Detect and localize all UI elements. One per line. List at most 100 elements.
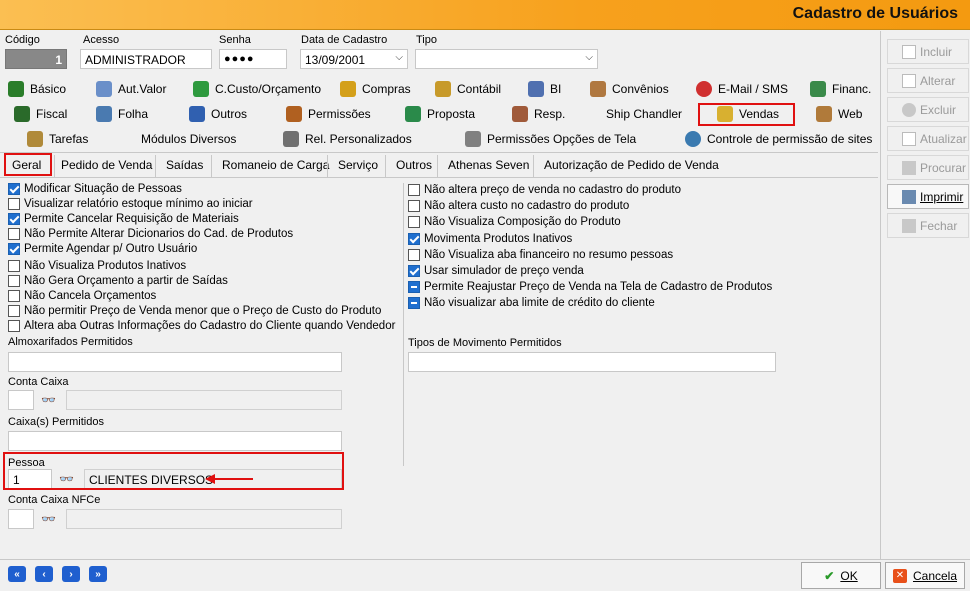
subtab-romaneio[interactable]: Romaneio de Carga (222, 158, 329, 178)
tab-financ[interactable]: Financ. (810, 78, 871, 100)
alterar-button[interactable]: Alterar (887, 68, 969, 93)
check-agendar-outro-usuario[interactable]: Permite Agendar p/ Outro Usuário (8, 243, 197, 255)
tab-ship-chandler[interactable]: Ship Chandler (606, 103, 682, 125)
globe-icon (685, 131, 701, 147)
atualizar-button[interactable]: Atualizar (887, 126, 969, 151)
tab-tarefas[interactable]: Tarefas (27, 128, 88, 150)
caixas-field[interactable] (8, 431, 342, 451)
subtab-athenas-seven[interactable]: Athenas Seven (448, 158, 529, 178)
codigo-field[interactable]: 1 (5, 49, 67, 69)
tab-c-custo[interactable]: C.Custo/Orçamento (193, 78, 321, 100)
subtab-sep (533, 155, 534, 177)
check-cancela-orcamentos[interactable]: Não Cancela Orçamentos (8, 290, 156, 302)
bi-icon (528, 81, 544, 97)
subtab-autorizacao[interactable]: Autorização de Pedido de Venda (544, 158, 719, 178)
tasks-icon (27, 131, 43, 147)
tab-proposta[interactable]: Proposta (405, 103, 475, 125)
conta-caixa-label: Conta Caixa (8, 376, 69, 388)
subtab-sep (385, 155, 386, 177)
check-gera-orcamento[interactable]: Não Gera Orçamento a partir de Saídas (8, 275, 228, 287)
tab-email-sms[interactable]: E-Mail / SMS (696, 78, 788, 100)
tab-fiscal[interactable]: Fiscal (14, 103, 67, 125)
tab-modulos-diversos[interactable]: Módulos Diversos (141, 128, 236, 150)
folha-icon (96, 106, 112, 122)
check-nao-altera-custo[interactable]: Não altera custo no cadastro do produto (408, 200, 629, 212)
binoculars-icon[interactable]: 👓 (41, 512, 56, 526)
check-visualizar-relatorio[interactable]: Visualizar relatório estoque mínimo ao i… (8, 198, 253, 210)
tab-controle-sites[interactable]: Controle de permissão de sites (685, 128, 872, 150)
subtab-servico[interactable]: Serviço (338, 158, 378, 178)
almox-field[interactable] (8, 352, 342, 372)
tab-convenios[interactable]: Convênios (590, 78, 669, 100)
excluir-button[interactable]: Excluir (887, 97, 969, 122)
tab-resp[interactable]: Resp. (512, 103, 565, 125)
tab-web[interactable]: Web (816, 103, 862, 125)
chevron-down-icon[interactable]: ⌵ (585, 52, 593, 63)
tab-bi[interactable]: BI (528, 78, 561, 100)
email-icon (696, 81, 712, 97)
check-movimenta-inativos[interactable]: Movimenta Produtos Inativos (408, 233, 572, 245)
tipo-select[interactable]: ⌵ (415, 49, 598, 69)
tab-permissoes-opcoes[interactable]: Permissões Opções de Tela (465, 128, 636, 150)
printer-icon (902, 189, 916, 204)
chevron-down-icon[interactable]: ⌵ (395, 52, 403, 63)
binoculars-icon (902, 160, 916, 175)
data-cadastro-value: 13/09/2001 (305, 53, 366, 67)
codigo-label: Código (5, 34, 40, 46)
first-record-icon[interactable]: « (8, 566, 26, 582)
check-preco-venda-menor[interactable]: Não permitir Preço de Venda menor que o … (8, 305, 381, 317)
subtab-pedido-venda[interactable]: Pedido de Venda (61, 158, 152, 178)
subtab-divider (0, 177, 878, 178)
check-reajustar-preco[interactable]: Permite Reajustar Preço de Venda na Tela… (408, 281, 772, 293)
tab-permissoes[interactable]: Permissões (286, 103, 371, 125)
tab-row-3: Tarefas Módulos Diversos Rel. Personaliz… (0, 126, 878, 150)
check-produtos-inativos[interactable]: Não Visualiza Produtos Inativos (8, 260, 186, 272)
last-record-icon[interactable]: » (89, 566, 107, 582)
acesso-field[interactable]: ADMINISTRADOR (80, 49, 212, 69)
next-record-icon[interactable]: › (62, 566, 80, 582)
data-cadastro-field[interactable]: 13/09/2001 ⌵ (300, 49, 408, 69)
tab-basico[interactable]: Básico (8, 78, 66, 100)
conta-caixa-name (66, 390, 342, 410)
tab-rel-personalizados[interactable]: Rel. Personalizados (283, 128, 412, 150)
almox-label: Almoxarifados Permitidos (8, 336, 133, 348)
caixas-label: Caixa(s) Permitidos (8, 416, 104, 428)
fechar-button[interactable]: Fechar (887, 213, 969, 238)
binoculars-icon[interactable]: 👓 (41, 393, 56, 407)
report-icon (283, 131, 299, 147)
check-cancelar-requisicao[interactable]: Permite Cancelar Requisição de Materiais (8, 213, 239, 225)
ok-button[interactable]: ✔ OK (801, 562, 881, 589)
cancel-button[interactable]: ✕ Cancela (885, 562, 965, 589)
tab-aut-valor[interactable]: Aut.Valor (96, 78, 166, 100)
check-nao-visualiza-composicao[interactable]: Não Visualiza Composição do Produto (408, 216, 621, 228)
check-nao-altera-preco[interactable]: Não altera preço de venda no cadastro do… (408, 184, 681, 196)
check-altera-aba-outras[interactable]: Altera aba Outras Informações do Cadastr… (8, 320, 395, 332)
window-title: Cadastro de Usuários (792, 5, 958, 22)
imprimir-button[interactable]: Imprimir (887, 184, 969, 209)
tab-folha[interactable]: Folha (96, 103, 148, 125)
check-limite-credito[interactable]: Não visualizar aba limite de crédito do … (408, 297, 655, 309)
conta-caixa-code[interactable] (8, 390, 34, 410)
cancel-icon: ✕ (892, 568, 907, 583)
delete-icon (902, 102, 916, 117)
subtab-saidas[interactable]: Saídas (166, 158, 203, 178)
subtab-outros[interactable]: Outros (396, 158, 432, 178)
screen-permissions-icon (465, 131, 481, 147)
check-alterar-dicionarios[interactable]: Não Permite Alterar Dicionarios do Cad. … (8, 228, 293, 240)
incluir-button[interactable]: Incluir (887, 39, 969, 64)
conta-nfce-code[interactable] (8, 509, 34, 529)
previous-record-icon[interactable]: ‹ (35, 566, 53, 582)
tab-compras[interactable]: Compras (340, 78, 411, 100)
vendas-highlight (698, 103, 795, 126)
check-aba-financeiro[interactable]: Não Visualiza aba financeiro no resumo p… (408, 249, 673, 261)
grid-icon (189, 106, 205, 122)
procurar-button[interactable]: Procurar (887, 155, 969, 180)
senha-field[interactable]: ●●●● (219, 49, 287, 69)
tipos-mov-field[interactable] (408, 352, 776, 372)
tab-contabil[interactable]: Contábil (435, 78, 501, 100)
check-simulador-preco[interactable]: Usar simulador de preço venda (408, 265, 584, 277)
tab-outros[interactable]: Outros (189, 103, 247, 125)
check-modificar-situacao[interactable]: Modificar Situação de Pessoas (8, 183, 182, 195)
proposta-icon (405, 106, 421, 122)
subtab-sep (211, 155, 212, 177)
